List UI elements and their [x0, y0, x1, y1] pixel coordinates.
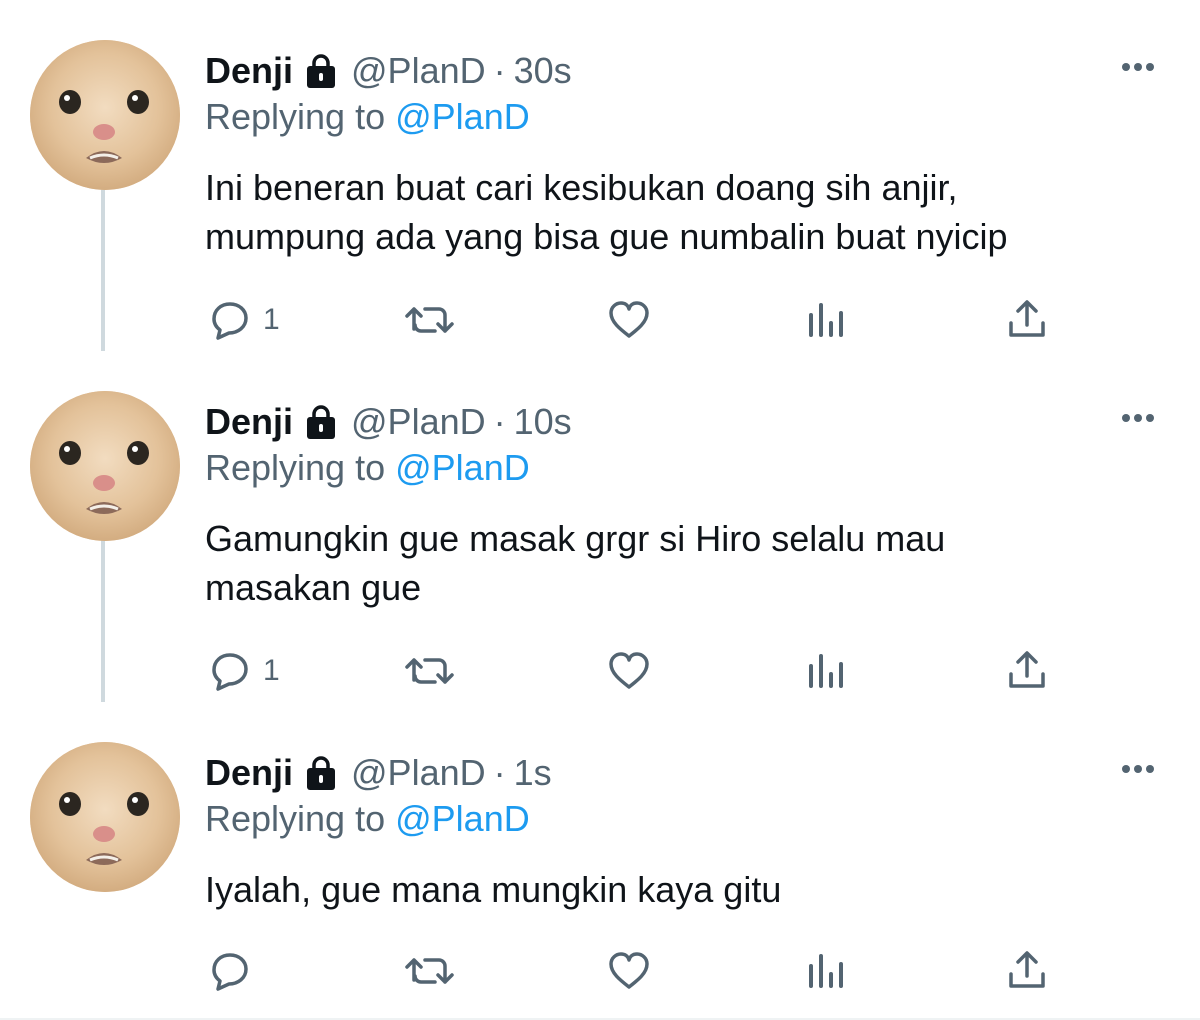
- avatar[interactable]: [30, 40, 180, 190]
- replying-to: Replying to @PlanD: [205, 447, 530, 493]
- retweet-button[interactable]: [403, 946, 457, 996]
- separator-dot: ·: [493, 50, 506, 91]
- share-button[interactable]: [1002, 295, 1052, 345]
- tweet-thread: Denji @PlanD · 30s Replying to @PlanD In…: [0, 0, 1200, 1020]
- tweet-header: Denji @PlanD · 30s: [205, 46, 572, 96]
- lock-icon: [301, 51, 341, 91]
- analytics-button[interactable]: [803, 646, 853, 696]
- tweet-text: Ini beneran buat cari kesibukan doang si…: [205, 163, 1185, 261]
- analytics-icon: [803, 295, 853, 345]
- action-bar: [0, 946, 1200, 996]
- share-icon: [1002, 295, 1052, 345]
- retweet-button[interactable]: [403, 646, 457, 696]
- tweet-text-line: Ini beneran buat cari kesibukan doang si…: [205, 167, 958, 208]
- reply-count: 1: [263, 654, 280, 687]
- timestamp[interactable]: 1s: [514, 752, 552, 794]
- analytics-icon: [803, 646, 853, 696]
- avatar[interactable]: [30, 391, 180, 541]
- timestamp[interactable]: 10s: [514, 401, 572, 443]
- tweet-text-line: Iyalah, gue mana mungkin kaya gitu: [205, 869, 782, 910]
- reply-icon: [205, 295, 255, 345]
- reply-button[interactable]: 1: [205, 295, 280, 345]
- analytics-icon: [803, 946, 853, 996]
- tweet-text-line: mumpung ada yang bisa gue numbalin buat …: [205, 216, 1008, 257]
- heart-icon: [604, 946, 654, 996]
- replying-mention[interactable]: @PlanD: [395, 447, 530, 488]
- reply-count: 1: [263, 303, 280, 336]
- replying-prefix: Replying to: [205, 798, 386, 839]
- like-button[interactable]: [604, 295, 654, 345]
- user-handle[interactable]: @PlanD: [351, 401, 486, 443]
- tweet[interactable]: Denji @PlanD · 10s Replying to @PlanD Ga…: [0, 351, 1200, 702]
- heart-icon: [604, 646, 654, 696]
- more-icon[interactable]: [1112, 52, 1164, 82]
- cat-avatar-image: [30, 742, 180, 892]
- tweet-text-line: Gamungkin gue masak grgr si Hiro selalu …: [205, 518, 946, 559]
- action-bar: 1: [0, 295, 1200, 345]
- retweet-icon: [403, 295, 457, 345]
- replying-prefix: Replying to: [205, 96, 386, 137]
- like-button[interactable]: [604, 946, 654, 996]
- retweet-icon: [403, 646, 457, 696]
- more-icon[interactable]: [1112, 403, 1164, 433]
- share-icon: [1002, 946, 1052, 996]
- share-button[interactable]: [1002, 646, 1052, 696]
- heart-icon: [604, 295, 654, 345]
- replying-mention[interactable]: @PlanD: [395, 798, 530, 839]
- action-bar: 1: [0, 646, 1200, 696]
- like-button[interactable]: [604, 646, 654, 696]
- cat-avatar-image: [30, 40, 180, 190]
- user-handle[interactable]: @PlanD: [351, 50, 486, 92]
- tweet-text-line: masakan gue: [205, 567, 422, 608]
- replying-prefix: Replying to: [205, 447, 386, 488]
- display-name[interactable]: Denji: [205, 752, 293, 794]
- timestamp[interactable]: 30s: [514, 50, 572, 92]
- analytics-button[interactable]: [803, 295, 853, 345]
- reply-icon: [205, 646, 255, 696]
- display-name[interactable]: Denji: [205, 50, 293, 92]
- reply-button[interactable]: [205, 946, 263, 996]
- tweet-text: Gamungkin gue masak grgr si Hiro selalu …: [205, 514, 1185, 612]
- lock-icon: [301, 753, 341, 793]
- retweet-button[interactable]: [403, 295, 457, 345]
- more-icon[interactable]: [1112, 754, 1164, 784]
- avatar[interactable]: [30, 742, 180, 892]
- share-icon: [1002, 646, 1052, 696]
- lock-icon: [301, 402, 341, 442]
- reply-button[interactable]: 1: [205, 646, 280, 696]
- tweet[interactable]: Denji @PlanD · 1s Replying to @PlanD Iya…: [0, 702, 1200, 1018]
- cat-avatar-image: [30, 391, 180, 541]
- display-name[interactable]: Denji: [205, 401, 293, 443]
- retweet-icon: [403, 946, 457, 996]
- tweet-text: Iyalah, gue mana mungkin kaya gitu: [205, 865, 1185, 914]
- separator-dot: ·: [493, 752, 506, 793]
- reply-icon: [205, 946, 255, 996]
- tweet[interactable]: Denji @PlanD · 30s Replying to @PlanD In…: [0, 0, 1200, 351]
- tweet-header: Denji @PlanD · 10s: [205, 397, 572, 447]
- tweet-header: Denji @PlanD · 1s: [205, 748, 552, 798]
- separator-dot: ·: [493, 401, 506, 442]
- replying-to: Replying to @PlanD: [205, 96, 530, 142]
- replying-to: Replying to @PlanD: [205, 798, 530, 844]
- replying-mention[interactable]: @PlanD: [395, 96, 530, 137]
- share-button[interactable]: [1002, 946, 1052, 996]
- user-handle[interactable]: @PlanD: [351, 752, 486, 794]
- analytics-button[interactable]: [803, 946, 853, 996]
